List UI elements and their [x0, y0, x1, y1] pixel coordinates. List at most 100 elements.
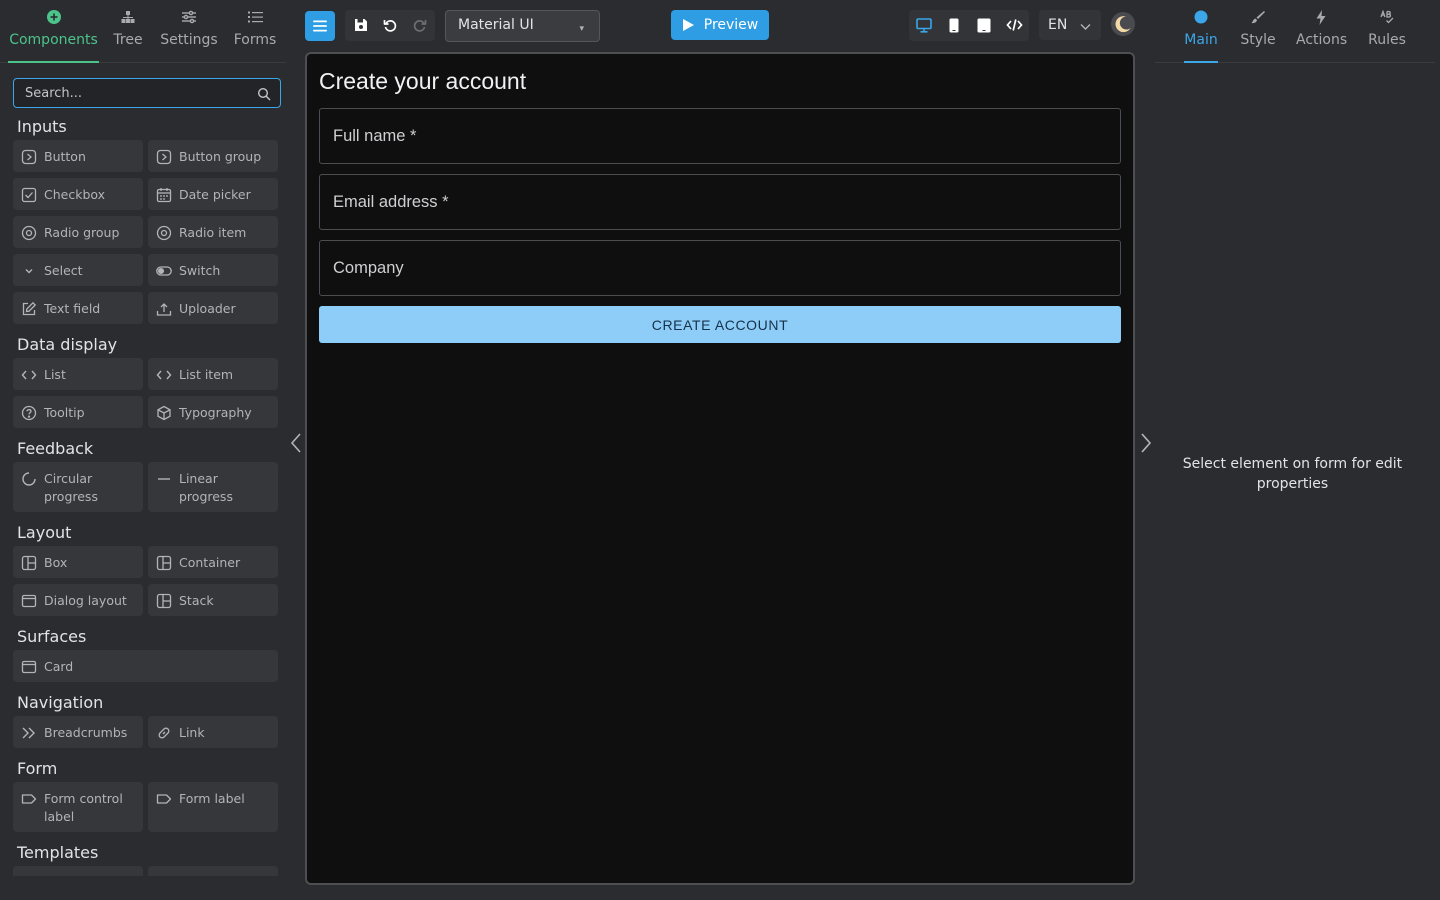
component-button-group[interactable]: Button group — [148, 140, 278, 172]
component-switch[interactable]: Switch — [148, 254, 278, 286]
chip-label: Dialog layout — [44, 593, 127, 608]
tab-tree[interactable]: Tree — [110, 10, 146, 63]
collapse-left-panel-button[interactable] — [289, 432, 303, 458]
component-stack[interactable]: Stack — [148, 584, 278, 616]
tab-tree-label: Tree — [113, 32, 143, 48]
chip-label: Typography — [179, 405, 252, 420]
code-icon — [21, 370, 37, 380]
template-item[interactable] — [148, 866, 278, 876]
chip-label: Circular progress — [44, 471, 98, 504]
component-text-field[interactable]: Text field — [13, 292, 143, 324]
email-input[interactable] — [320, 175, 1120, 229]
component-circular-progress[interactable]: Circular progress — [13, 462, 143, 512]
mobile-view-button[interactable] — [940, 10, 968, 40]
component-radio-item[interactable]: Radio item — [148, 216, 278, 248]
upload-icon — [156, 303, 172, 316]
chip-label: Radio group — [44, 225, 120, 240]
full-name-input[interactable] — [320, 109, 1120, 163]
properties-tabs: Main Style Actions Rules — [1155, 0, 1435, 63]
chip-label: Uploader — [179, 301, 236, 316]
search-icon[interactable] — [257, 86, 271, 105]
minus-icon — [158, 478, 170, 480]
spellcheck-icon — [1368, 10, 1406, 30]
company-input[interactable] — [320, 241, 1120, 295]
bolt-icon — [1296, 10, 1346, 30]
chevron-right-icon — [1141, 433, 1152, 453]
chip-label: Tooltip — [44, 405, 85, 420]
tab-main[interactable]: Main — [1184, 10, 1218, 63]
chip-label: Linear progress — [179, 471, 233, 504]
collapse-right-panel-button[interactable] — [1139, 432, 1153, 458]
ui-library-select[interactable]: Material UI ▾ — [445, 10, 600, 42]
tab-components-label: Components — [9, 32, 98, 48]
window-icon — [21, 594, 37, 608]
chip-label: Radio item — [179, 225, 247, 240]
component-linear-progress[interactable]: Linear progress — [148, 462, 278, 512]
preview-button[interactable]: Preview — [671, 10, 769, 40]
menu-button[interactable] — [305, 11, 335, 41]
component-uploader[interactable]: Uploader — [148, 292, 278, 324]
chip-label: Checkbox — [44, 187, 106, 202]
chip-label: Text field — [44, 301, 101, 316]
layout-icon — [21, 555, 37, 571]
save-button[interactable] — [347, 10, 375, 40]
component-list: Inputs Button Button group Checkbox Date… — [13, 114, 279, 876]
mobile-icon — [949, 18, 959, 32]
properties-empty-hint: Select element on form for edit properti… — [1182, 456, 1403, 492]
component-select[interactable]: Select — [13, 254, 143, 286]
component-link[interactable]: Link — [148, 716, 278, 748]
tab-rules[interactable]: Rules — [1368, 10, 1406, 63]
language-select[interactable]: EN — [1039, 10, 1101, 40]
tablet-icon — [977, 18, 991, 32]
component-form-label[interactable]: Form label — [148, 782, 278, 832]
form-title: Create your account — [319, 68, 527, 94]
section-title: Layout — [17, 523, 72, 542]
radio-icon — [156, 225, 172, 241]
history-toolbar — [345, 10, 435, 41]
tab-style-label: Style — [1240, 32, 1276, 48]
undo-button[interactable] — [376, 10, 404, 40]
tab-components[interactable]: Components — [8, 10, 99, 63]
desktop-view-button[interactable] — [910, 10, 938, 40]
template-item[interactable] — [13, 866, 143, 876]
theme-toggle-button[interactable] — [1111, 12, 1135, 36]
search-input[interactable] — [14, 79, 250, 107]
section-title: Data display — [17, 335, 118, 354]
component-typography[interactable]: Typography — [148, 396, 278, 428]
component-checkbox[interactable]: Checkbox — [13, 178, 143, 210]
component-breadcrumbs[interactable]: Breadcrumbs — [13, 716, 143, 748]
component-button[interactable]: Button — [13, 140, 143, 172]
component-card[interactable]: Card — [13, 650, 278, 682]
create-account-button[interactable]: CREATE ACCOUNT — [319, 306, 1121, 343]
chevron-down-icon — [1080, 19, 1091, 35]
tab-rules-label: Rules — [1368, 32, 1406, 48]
email-field — [319, 174, 1121, 230]
cube-icon — [157, 405, 171, 421]
list-icon — [230, 10, 280, 30]
tablet-view-button[interactable] — [970, 10, 998, 40]
component-box[interactable]: Box — [13, 546, 143, 578]
device-toolbar — [909, 10, 1029, 41]
code-view-button[interactable] — [1000, 10, 1028, 40]
component-container[interactable]: Container — [148, 546, 278, 578]
code-icon — [1005, 19, 1023, 31]
tag-icon — [156, 794, 172, 804]
component-form-control-label[interactable]: Form control label — [13, 782, 143, 832]
component-radio-group[interactable]: Radio group — [13, 216, 143, 248]
tab-style[interactable]: Style — [1240, 10, 1276, 63]
component-date-picker[interactable]: Date picker — [148, 178, 278, 210]
component-list[interactable]: List — [13, 358, 143, 390]
tab-settings[interactable]: Settings — [160, 10, 218, 63]
component-list-item[interactable]: List item — [148, 358, 278, 390]
redo-icon — [413, 20, 427, 32]
redo-button[interactable] — [406, 10, 434, 40]
component-dialog-layout[interactable]: Dialog layout — [13, 584, 143, 616]
code-icon — [156, 370, 172, 380]
form-canvas[interactable]: Create your account CREATE ACCOUNT — [305, 52, 1135, 885]
component-tooltip[interactable]: Tooltip — [13, 396, 143, 428]
tab-actions[interactable]: Actions — [1296, 10, 1347, 63]
language-value: EN — [1048, 17, 1068, 33]
section-title: Inputs — [17, 117, 67, 136]
save-icon — [355, 19, 367, 31]
tab-forms[interactable]: Forms — [230, 10, 280, 63]
